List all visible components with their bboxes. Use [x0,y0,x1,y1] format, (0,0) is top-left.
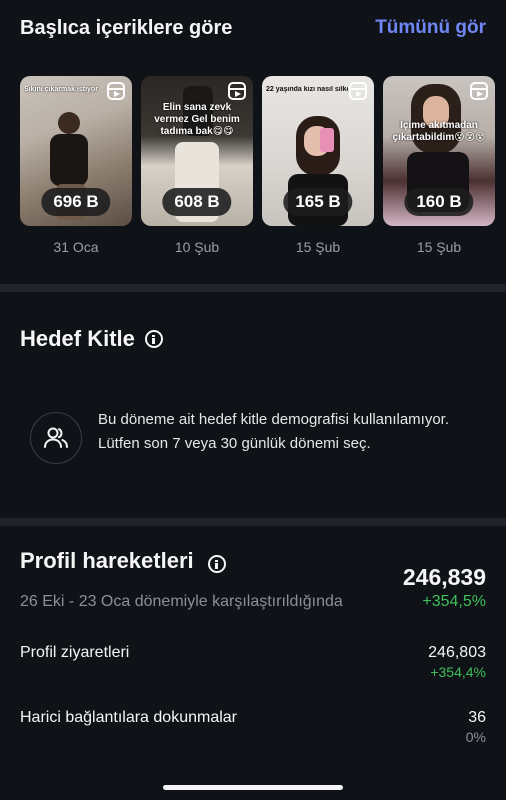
audience-header: Hedef Kitle [20,326,163,352]
top-content-header: Başlıca içeriklere göre Tümünü gör [20,16,486,40]
thumbnail-caption: Sikini çıkarmak istiyor [24,86,98,93]
content-thumbnail[interactable]: Sikini çıkarmak istiyor 696 B [20,76,132,226]
thumbnail-caption: İçime akıtmadan çıkartabildim😵😵😵 [392,120,486,143]
view-count-badge: 160 B [404,188,474,216]
reel-icon [107,82,125,100]
section-divider [0,284,506,292]
info-icon[interactable] [144,330,163,348]
metric-row-profile-visits[interactable]: Profil ziyaretleri 246,803 +354,4% [20,644,486,684]
profile-activity-section: Profil hareketleri 246,839 26 Eki - 23 O… [0,526,506,800]
thumbnail-date: 10 Şub [174,239,220,255]
top-content-title: Başlıca içeriklere göre [20,16,233,39]
thumbnail-caption: 22 yaşında kızı nasıl silke [266,86,348,93]
see-all-link[interactable]: Tümünü gör [375,17,486,39]
people-icon [30,412,82,464]
thumbnail-caption: Elin sana zevk vermez Gel benim tadıma b… [154,102,240,137]
metric-value: 36 [468,709,486,726]
reel-icon [470,82,488,100]
thumbnail-date: 31 Oca [53,239,99,255]
view-count-badge: 165 B [283,188,353,216]
metric-row-external-link-taps[interactable]: Harici bağlantılara dokunmalar 36 0% [20,709,486,749]
top-content-section: Başlıca içeriklere göre Tümünü gör Sikin… [0,0,506,284]
audience-section: Hedef Kitle Bu döneme ait hedef kitle de… [0,292,506,518]
metric-change: +354,4% [430,664,486,680]
comparison-period: 26 Eki - 23 Oca dönemiyle karşılaştırıld… [20,593,343,610]
metric-label: Profil ziyaretleri [20,644,130,661]
audience-empty-state: Bu döneme ait hedef kitle demografisi ku… [30,406,476,464]
metric-value: 246,803 [428,644,486,661]
thumbnail-date: 15 Şub [295,239,341,255]
profile-activity-total: 246,839 [402,564,486,590]
view-count-badge: 696 B [41,188,111,216]
section-divider [0,518,506,526]
profile-activity-header: Profil hareketleri [20,548,226,574]
reel-icon [349,82,367,100]
total-change-percent: +354,5% [422,593,486,610]
content-thumbnails: Sikini çıkarmak istiyor 696 B 31 Oca Eli… [20,76,506,256]
metric-change: 0% [465,729,486,745]
reel-icon [228,82,246,100]
profile-activity-title: Profil hareketleri [20,548,194,573]
audience-message: Bu döneme ait hedef kitle demografisi ku… [98,411,450,452]
metric-label: Harici bağlantılara dokunmalar [20,709,237,726]
audience-title: Hedef Kitle [20,326,135,351]
thumbnail-date: 15 Şub [416,239,462,255]
content-thumbnail[interactable]: İçime akıtmadan çıkartabildim😵😵😵 160 B [383,76,495,226]
view-count-badge: 608 B [162,188,232,216]
home-indicator[interactable] [163,785,343,790]
content-thumbnail[interactable]: Elin sana zevk vermez Gel benim tadıma b… [141,76,253,226]
content-thumbnail[interactable]: 22 yaşında kızı nasıl silke 165 B [262,76,374,226]
info-icon[interactable] [207,555,226,573]
